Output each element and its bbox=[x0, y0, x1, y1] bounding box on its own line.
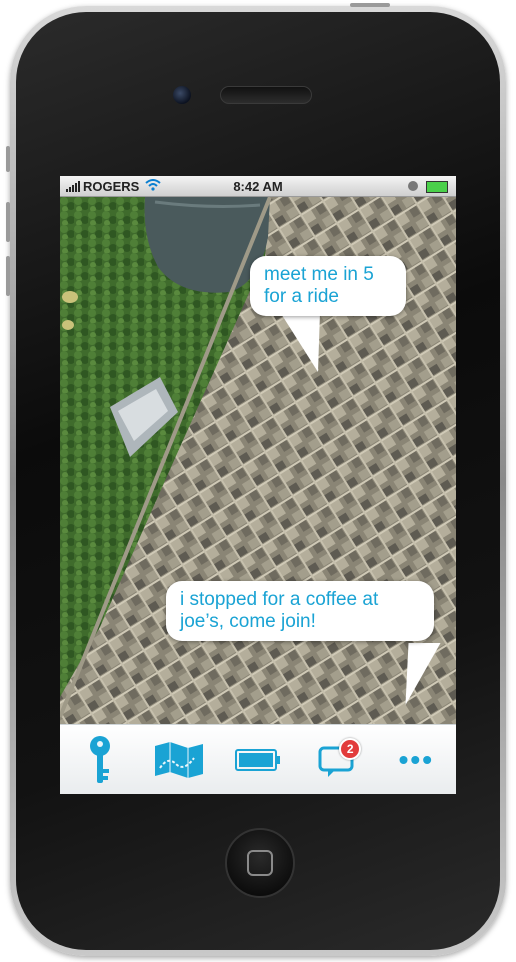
status-bar: ROGERS 8:42 AM bbox=[60, 176, 456, 197]
key-icon bbox=[89, 736, 110, 783]
battery-button[interactable] bbox=[230, 732, 286, 788]
bottom-toolbar: 2 ••• bbox=[60, 724, 456, 794]
volume-down-button bbox=[6, 256, 10, 296]
volume-up-button bbox=[6, 202, 10, 242]
battery-icon bbox=[234, 749, 280, 771]
more-icon: ••• bbox=[398, 744, 435, 775]
messages-button[interactable]: 2 bbox=[309, 732, 365, 788]
front-camera bbox=[173, 86, 191, 104]
rotation-lock-icon bbox=[408, 181, 418, 191]
phone-screen: ROGERS 8:42 AM meet me in 5 for a ride i… bbox=[60, 176, 456, 794]
status-time: 8:42 AM bbox=[233, 178, 283, 194]
battery-charging-icon bbox=[426, 181, 448, 193]
unread-badge: 2 bbox=[339, 738, 362, 760]
home-button[interactable] bbox=[225, 828, 295, 898]
map-button[interactable] bbox=[151, 732, 207, 788]
power-button bbox=[350, 3, 390, 7]
message-bubble[interactable]: meet me in 5 for a ride bbox=[250, 256, 406, 316]
satellite-map[interactable]: meet me in 5 for a ride i stopped for a … bbox=[60, 197, 456, 724]
home-square-icon bbox=[247, 850, 273, 876]
map-icon bbox=[154, 742, 203, 778]
more-button[interactable]: ••• bbox=[388, 732, 444, 788]
earpiece-speaker bbox=[220, 86, 312, 104]
key-button[interactable] bbox=[72, 732, 128, 788]
message-bubble[interactable]: i stopped for a coffee at joe’s, come jo… bbox=[166, 581, 434, 641]
mute-switch bbox=[6, 146, 10, 172]
